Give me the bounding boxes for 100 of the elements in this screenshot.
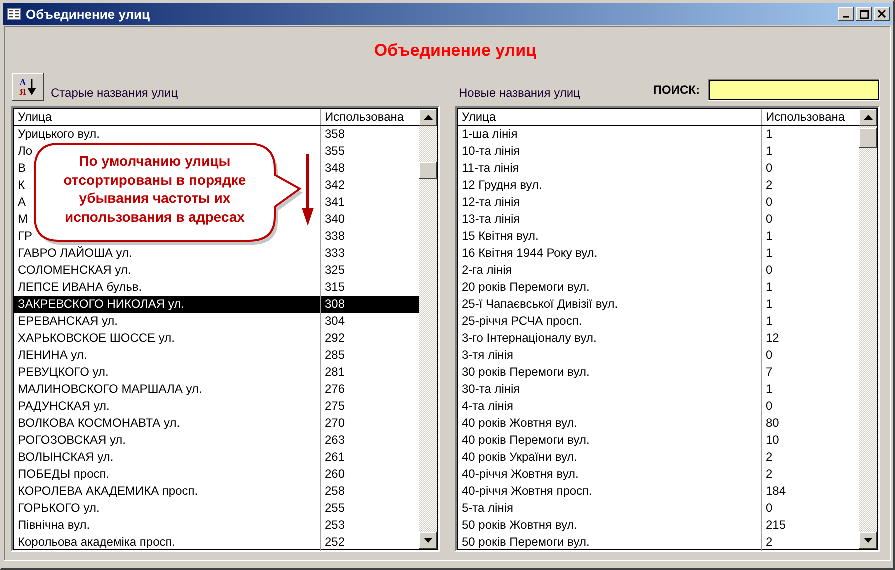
table-cell: 215 [766,518,786,532]
sort-button[interactable]: А Я [12,73,44,101]
table-cell: 358 [325,127,346,141]
table-cell: 304 [325,314,346,328]
table-cell: РЕВУЦКОГО ул. [18,365,109,379]
table-cell: МАЛИНОВСКОГО МАРШАЛА ул. [18,382,202,396]
form-icon [7,8,21,20]
column-header[interactable]: Улица [458,109,761,125]
table-cell: К [18,178,25,192]
scroll-thumb[interactable] [859,128,877,148]
table-cell: 30-та лінія [462,382,520,396]
maximize-icon [860,10,868,18]
table-cell: 340 [325,212,346,226]
table-cell: Корольова академіка просп. [18,535,176,549]
scroll-down-button[interactable] [419,532,437,549]
table-cell: Північна вул. [18,518,90,532]
table-cell: 1 [766,382,773,396]
table-cell: ХАРЬКОВСКОЕ ШОССЕ ул. [18,331,175,345]
close-icon [878,10,886,18]
table-cell: 0 [766,161,773,175]
scroll-up-button[interactable] [859,109,877,126]
table-cell: 0 [766,195,773,209]
table-cell: ЗАКРЕВСКОГО НИКОЛАЯ ул. [18,297,184,311]
table-cell: 270 [325,416,346,430]
table-cell: 281 [325,365,346,379]
table-cell: 3-го Інтернаціоналу вул. [462,331,597,345]
table-cell: 2-га лінія [462,263,512,277]
table-cell: 263 [325,433,346,447]
table-cell: КОРОЛЕВА АКАДЕМИКА просп. [18,484,198,498]
callout-text: По умолчанию улицы отсортированы в порядке убывания частоты их использования в адресах [62,152,248,226]
scrollbar[interactable] [419,109,437,549]
table-cell: 1 [766,297,773,311]
table-cell: 333 [325,246,346,260]
scroll-up-button[interactable] [419,109,437,126]
up-arrow-icon [424,115,432,120]
table-cell: 261 [325,450,346,464]
maximize-button[interactable] [856,7,872,21]
table-cell: 50 років Перемоги вул. [462,535,590,549]
scroll-down-button[interactable] [859,532,877,549]
table-cell: 2 [766,535,773,549]
table-cell: 292 [325,331,346,345]
table-cell: ГОРЬКОГО ул. [18,501,100,515]
table-cell: ГР [18,229,33,243]
table-cell: 253 [325,518,346,532]
table-cell: 1 [766,280,773,294]
table-cell: 285 [325,348,346,362]
table-cell: 10-та лінія [462,144,520,158]
table-cell: 12 Грудня вул. [462,178,542,192]
table-cell: 0 [766,263,773,277]
table-cell: ЕРЕВАНСКАЯ ул. [18,314,118,328]
table-cell: М [18,212,28,226]
column-header[interactable]: Улица [14,109,320,125]
list-label: Новые названия улиц [459,86,582,100]
table-cell: Ло [18,144,33,158]
table-cell: 80 [766,416,780,430]
table-cell: 0 [766,399,773,413]
scrollbar[interactable] [859,109,877,549]
table-cell: 1 [766,144,773,158]
close-button[interactable] [874,7,890,21]
table-cell: ЛЕНИНА ул. [18,348,88,362]
table-cell: 325 [325,263,346,277]
table-cell: 40 років Перемоги вул. [462,433,590,447]
table-cell: 2 [766,450,773,464]
table-cell: 342 [325,178,346,192]
table-cell: ВОЛЫНСКАЯ ул. [18,450,114,464]
table-cell: 1-ша лінія [462,127,518,141]
table-cell: 1 [766,127,773,141]
table-cell: 2 [766,178,773,192]
table-cell: 5-та лінія [462,501,514,515]
table-cell: 0 [766,348,773,362]
table-cell: 12-та лінія [462,195,520,209]
table-cell: 3-тя лінія [462,348,514,362]
table-cell: 0 [766,501,773,515]
table-cell: 25-ї Чапаєвської Дивізії вул. [462,297,618,311]
table-cell: 40 років Жовтня вул. [462,416,578,430]
table-cell: ГАВРО ЛАЙОША ул. [18,246,132,260]
table-cell: СОЛОМЕНСКАЯ ул. [18,263,132,277]
down-arrow-icon [424,538,432,543]
table-cell: 40 років України вул. [462,450,578,464]
table-cell: 355 [325,144,346,158]
table-cell: 258 [325,484,346,498]
search-field[interactable] [708,79,880,101]
list-row[interactable]: ЗАКРЕВСКОГО НИКОЛАЯ ул. 308 [14,296,419,313]
table-cell: 30 років Перемоги вул. [462,365,590,379]
table-cell: Урицького вул. [18,127,100,141]
table-cell: 40-річчя Жовтня вул. [462,467,579,481]
table-cell: 20 років Перемоги вул. [462,280,590,294]
table-cell: 10 [766,433,780,447]
table-cell: 12 [766,331,780,345]
table-cell: В [18,161,26,175]
table-cell: 7 [766,365,773,379]
table-cell: 315 [325,280,346,294]
minimize-button[interactable] [838,7,854,21]
table-cell: РОГОЗОВСКАЯ ул. [18,433,126,447]
window-title: Объединение улиц [26,6,151,22]
form-heading: Объединение улиц [373,40,538,62]
scroll-thumb[interactable] [419,162,437,179]
table-cell: 338 [325,229,346,243]
table-cell: 255 [325,501,346,515]
table-cell: 15 Квітня вул. [462,229,539,243]
